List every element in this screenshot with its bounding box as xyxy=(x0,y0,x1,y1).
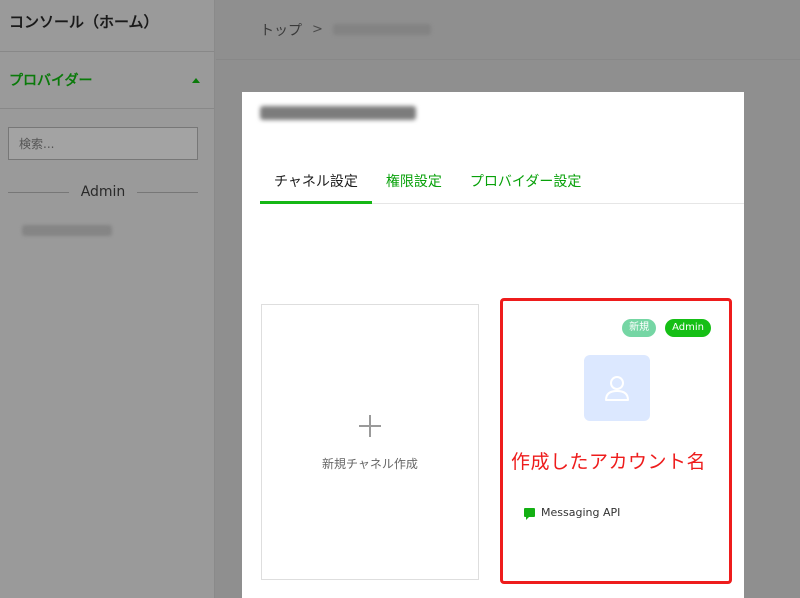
platform-label: Messaging API xyxy=(541,506,621,519)
channel-platform: Messaging API xyxy=(524,506,621,520)
channel-badges: 新規 Admin xyxy=(622,319,711,337)
channel-card[interactable]: 新規 Admin 作成したアカウント名 Messaging API xyxy=(500,298,732,584)
admin-badge: Admin xyxy=(665,319,711,337)
divider-line xyxy=(8,191,69,193)
breadcrumb-current-redacted xyxy=(332,24,431,35)
modal-tabs: チャネル設定 権限設定 プロバイダー設定 xyxy=(260,170,744,204)
account-name-annotation: 作成したアカウント名 xyxy=(511,451,707,473)
tab-channel-settings[interactable]: チャネル設定 xyxy=(260,170,372,204)
chevron-up-icon xyxy=(192,77,200,83)
sidebar: コンソール（ホーム） プロバイダー Admin xyxy=(0,0,215,598)
divider-line xyxy=(137,191,198,193)
new-badge: 新規 xyxy=(622,319,657,337)
admin-section-divider: Admin xyxy=(8,184,198,200)
chat-bubble-icon xyxy=(524,508,535,520)
breadcrumb-home-link[interactable]: トップ xyxy=(260,20,302,40)
breadcrumb-separator: > xyxy=(312,22,323,37)
tab-permission-settings[interactable]: 権限設定 xyxy=(372,170,456,204)
provider-item-redacted[interactable] xyxy=(22,225,112,236)
tab-provider-settings[interactable]: プロバイダー設定 xyxy=(456,170,595,204)
modal-title-redacted xyxy=(260,106,416,120)
provider-search-input[interactable] xyxy=(8,127,198,160)
create-channel-card[interactable]: 新規チャネル作成 xyxy=(261,304,479,580)
console-home-link[interactable]: コンソール（ホーム） xyxy=(0,0,214,52)
user-icon xyxy=(605,376,629,401)
provider-menu-toggle[interactable]: プロバイダー xyxy=(0,52,214,109)
admin-section-label: Admin xyxy=(80,184,126,200)
channel-avatar xyxy=(584,355,650,421)
create-channel-label: 新規チャネル作成 xyxy=(322,457,418,471)
provider-menu-label: プロバイダー xyxy=(9,73,93,89)
provider-modal: チャネル設定 権限設定 プロバイダー設定 新規チャネル作成 新規 Admin 作… xyxy=(242,92,744,598)
plus-icon xyxy=(359,415,381,437)
breadcrumb: トップ > xyxy=(216,0,800,60)
